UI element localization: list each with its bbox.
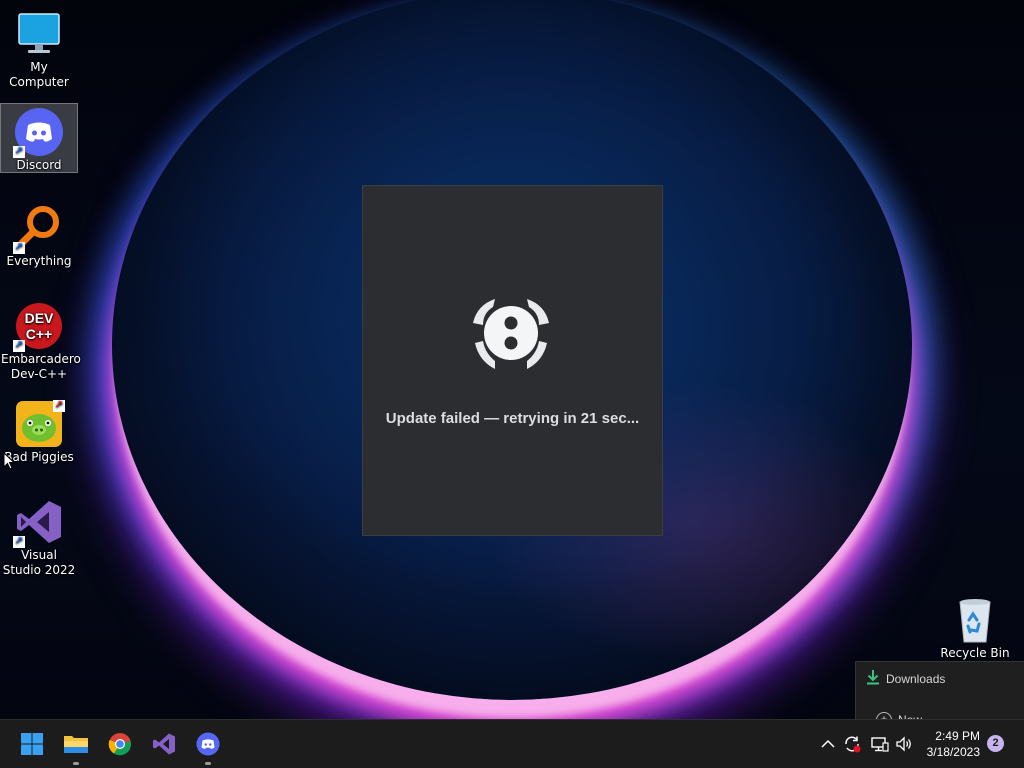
notification-badge[interactable]: 2 xyxy=(987,735,1004,752)
desktop-icon-label: Visual Studio 2022 xyxy=(2,548,76,577)
visual-studio-icon xyxy=(153,733,175,755)
taskbar-discord[interactable] xyxy=(192,728,224,765)
desktop-icon-label: Recycle Bin xyxy=(940,646,1010,660)
bad-piggies-icon: ↗ xyxy=(15,400,65,448)
desktop-icon-label: Embarcadero Dev-C++ xyxy=(1,352,81,381)
desktop-icon-dev-cpp[interactable]: DEV C++ ↗ Embarcadero Dev-C++ xyxy=(1,298,81,382)
shortcut-arrow-icon: ↗ xyxy=(13,146,25,158)
running-indicator xyxy=(73,762,79,765)
downloads-header[interactable]: Downloads xyxy=(866,669,945,688)
magnifier-icon: ↗ xyxy=(13,204,63,254)
windows-logo-icon xyxy=(21,733,43,755)
sync-alert-icon[interactable] xyxy=(842,734,862,754)
network-icon[interactable] xyxy=(870,734,890,754)
monitor-icon xyxy=(15,10,63,58)
discord-splash-logo-icon xyxy=(463,291,559,375)
desktop-icon-discord[interactable]: ↗ Discord xyxy=(0,103,78,173)
shortcut-arrow-icon: ↗ xyxy=(13,340,25,352)
desktop-icon-label: My Computer xyxy=(9,60,69,89)
desktop-icon-recycle-bin[interactable]: Recycle Bin xyxy=(937,592,1013,661)
svg-text:DEV: DEV xyxy=(25,310,54,326)
desktop-icon-everything[interactable]: ↗ Everything xyxy=(1,200,77,269)
downloads-panel: Downloads + New ⌄ xyxy=(855,661,1024,723)
chrome-icon xyxy=(108,733,132,756)
desktop-icon-visual-studio[interactable]: ↗ Visual Studio 2022 xyxy=(1,494,77,578)
splash-status-text: Update failed — retrying in 21 sec... xyxy=(385,410,640,427)
taskbar: 2:49 PM 3/18/2023 2 xyxy=(0,719,1024,768)
discord-update-splash: Update failed — retrying in 21 sec... xyxy=(362,185,663,536)
taskbar-visual-studio[interactable] xyxy=(148,728,180,760)
taskbar-file-explorer[interactable] xyxy=(60,728,92,765)
mouse-cursor-icon xyxy=(3,451,16,474)
discord-icon: ↗ xyxy=(13,108,63,158)
clock-date: 3/18/2023 xyxy=(926,745,980,759)
desktop-icon-label: Everything xyxy=(6,254,72,268)
discord-icon xyxy=(196,732,220,756)
taskbar-clock[interactable]: 2:49 PM 3/18/2023 xyxy=(927,728,980,760)
start-button[interactable] xyxy=(16,728,48,760)
show-hidden-icons-chevron-up-icon[interactable] xyxy=(818,734,838,754)
shortcut-arrow-icon: ↗ xyxy=(13,242,25,254)
downloads-title: Downloads xyxy=(886,671,946,686)
desktop-icon-label: Discord xyxy=(16,158,62,172)
volume-icon[interactable] xyxy=(894,734,914,754)
download-icon xyxy=(866,669,880,688)
devcpp-icon: DEV C++ ↗ xyxy=(13,302,63,352)
desktop-icon-my-computer[interactable]: My Computer xyxy=(1,6,77,90)
visual-studio-icon: ↗ xyxy=(13,498,63,548)
taskbar-chrome[interactable] xyxy=(104,728,136,760)
clock-time: 2:49 PM xyxy=(935,729,980,743)
svg-text:C++: C++ xyxy=(26,326,52,342)
shortcut-arrow-icon: ↗ xyxy=(13,536,25,548)
shortcut-arrow-icon: ↗ xyxy=(53,400,65,412)
running-indicator xyxy=(205,762,211,765)
recycle-bin-icon xyxy=(951,596,999,644)
folder-icon xyxy=(64,736,88,753)
